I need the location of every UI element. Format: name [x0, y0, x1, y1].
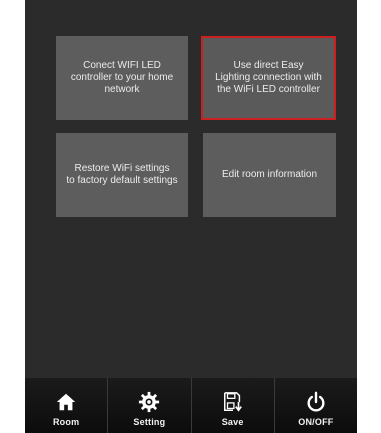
nav-room-label: Room	[52, 417, 80, 427]
save-icon	[223, 392, 242, 412]
edit-room-information-label: Edit room information	[221, 169, 318, 180]
connect-home-network-label: Conect WIFI LED controller to your home …	[70, 60, 174, 95]
edit-room-information-button[interactable]: Edit room information	[203, 133, 336, 217]
nav-setting-button[interactable]: Setting	[108, 378, 192, 433]
restore-factory-settings-label: Restore WiFi settings to factory default…	[66, 163, 178, 186]
nav-save-label: Save	[221, 417, 244, 427]
power-icon	[307, 391, 325, 412]
gear-icon	[139, 391, 160, 413]
nav-onoff-button[interactable]: ON/OFF	[275, 378, 357, 433]
nav-onoff-label: ON/OFF	[298, 417, 334, 427]
nav-setting-label: Setting	[133, 417, 166, 427]
nav-save-button[interactable]: Save	[192, 378, 275, 433]
nav-room-button[interactable]: Room	[25, 378, 109, 433]
app-screen: Conect WIFI LED controller to your home …	[25, 0, 357, 433]
bottom-nav-bar: Room Setting Save ON/OFF	[25, 378, 357, 433]
connect-home-network-button[interactable]: Conect WIFI LED controller to your home …	[56, 36, 188, 120]
direct-connection-button[interactable]: Use direct Easy Lighting connection with…	[201, 36, 336, 120]
restore-factory-settings-button[interactable]: Restore WiFi settings to factory default…	[56, 133, 188, 217]
home-icon	[56, 393, 76, 411]
direct-connection-label: Use direct Easy Lighting connection with…	[215, 60, 322, 95]
